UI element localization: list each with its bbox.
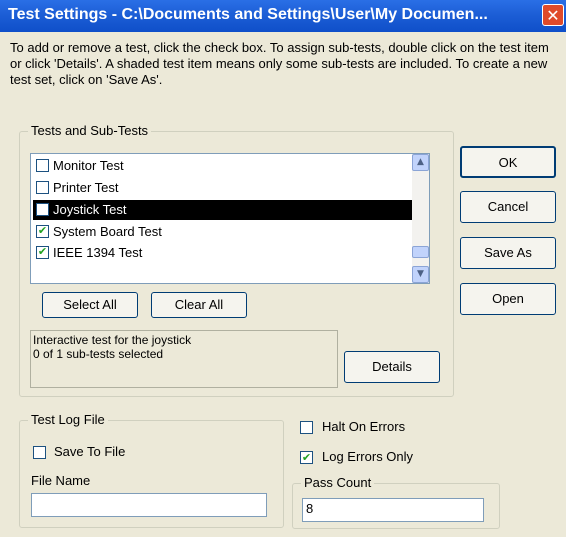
select-all-button[interactable]: Select All — [42, 292, 138, 318]
halt-on-errors-label: Halt On Errors — [322, 419, 406, 434]
list-item-joystick-test[interactable]: Joystick Test — [33, 200, 415, 220]
file-name-label: File Name — [31, 473, 91, 488]
checkbox-printer-test[interactable] — [36, 181, 49, 194]
list-item-label: System Board Test — [53, 224, 162, 239]
checkbox-monitor-test[interactable] — [36, 159, 49, 172]
checkbox-joystick-test[interactable] — [36, 203, 49, 216]
list-item-label: Printer Test — [53, 180, 119, 195]
close-button[interactable]: ✕ — [542, 4, 564, 26]
test-info-box: Interactive test for the joystick 0 of 1… — [30, 330, 338, 388]
window-title: Test Settings - C:\Documents and Setting… — [8, 6, 488, 23]
save-as-button[interactable]: Save As — [460, 237, 556, 269]
test-log-file-legend: Test Log File — [28, 412, 108, 427]
checkbox-system-board-test[interactable]: ✔ — [36, 225, 49, 238]
tests-group-legend: Tests and Sub-Tests — [28, 123, 152, 138]
file-name-input[interactable] — [31, 493, 267, 517]
pass-count-input[interactable]: 8 — [302, 498, 484, 522]
ok-button[interactable]: OK — [460, 146, 556, 178]
list-item-label: Joystick Test — [53, 202, 127, 217]
list-item-printer-test[interactable]: Printer Test — [33, 178, 415, 198]
list-scrollbar[interactable]: ▲ ▼ — [412, 154, 429, 283]
tests-list[interactable]: Monitor Test Printer Test Joystick Test … — [30, 153, 430, 284]
instructions-text: To add or remove a test, click the check… — [10, 40, 549, 87]
checkbox-ieee-1394-test[interactable]: ✔ — [36, 246, 49, 259]
list-item-label: Monitor Test — [53, 158, 124, 173]
subtests-count: 0 of 1 sub-tests selected — [33, 347, 164, 361]
test-description: Interactive test for the joystick — [33, 333, 192, 347]
clear-all-button[interactable]: Clear All — [151, 292, 247, 318]
list-item-monitor-test[interactable]: Monitor Test — [33, 156, 415, 176]
open-button[interactable]: Open — [460, 283, 556, 315]
log-errors-only-label: Log Errors Only — [322, 449, 414, 464]
test-settings-dialog: Test Settings - C:\Documents and Setting… — [0, 0, 566, 537]
scroll-thumb[interactable] — [412, 246, 429, 258]
list-item-ieee-1394-test[interactable]: ✔ IEEE 1394 Test — [33, 243, 415, 263]
cancel-button[interactable]: Cancel — [460, 191, 556, 223]
list-item-system-board-test[interactable]: ✔ System Board Test — [33, 222, 415, 242]
list-item-label: IEEE 1394 Test — [53, 245, 143, 260]
save-to-file-label: Save To File — [54, 444, 126, 459]
halt-on-errors-checkbox[interactable] — [300, 421, 313, 434]
title-bar[interactable]: Test Settings - C:\Documents and Setting… — [0, 0, 566, 32]
save-to-file-checkbox[interactable] — [33, 446, 46, 459]
scroll-up-arrow-icon[interactable]: ▲ — [412, 154, 429, 171]
log-errors-only-checkbox[interactable]: ✔ — [300, 451, 313, 464]
pass-count-legend: Pass Count — [301, 475, 375, 490]
details-button[interactable]: Details — [344, 351, 440, 383]
scroll-down-arrow-icon[interactable]: ▼ — [412, 266, 429, 283]
